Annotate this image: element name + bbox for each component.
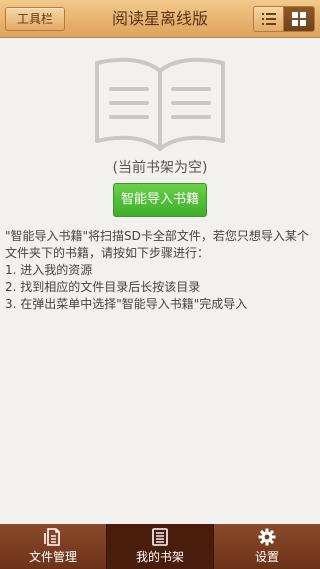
view-mode-toggle: [253, 6, 315, 32]
toolbar-button[interactable]: 工具栏: [5, 7, 65, 31]
app-header: 工具栏 阅读星离线版: [0, 0, 320, 38]
nav-label-file-manager: 文件管理: [28, 550, 77, 564]
list-icon: [261, 13, 276, 25]
grid-icon: [292, 12, 306, 26]
bottom-navigation: 文件管理 我的书架 设置: [0, 524, 320, 569]
smart-import-button[interactable]: 智能导入书籍: [113, 183, 207, 217]
import-instructions: "智能导入书籍"将扫描SD卡全部文件，若您只想导入某个文件夹下的书籍，请按如下步…: [5, 228, 317, 313]
list-view-button[interactable]: [254, 7, 284, 31]
grid-view-button[interactable]: [284, 7, 314, 31]
open-book-icon: [95, 57, 225, 151]
nav-label-settings: 设置: [254, 550, 279, 564]
instruction-intro: "智能导入书籍"将扫描SD卡全部文件，若您只想导入某个文件夹下的书籍，请按如下步…: [5, 229, 309, 260]
nav-item-bookshelf[interactable]: 我的书架: [106, 524, 214, 569]
instruction-step-2: 2. 找到相应的文件目录后长按该目录: [5, 280, 201, 294]
page-title: 阅读星离线版: [111, 9, 208, 28]
instruction-step-3: 3. 在弹出菜单中选择"智能导入书籍"完成导入: [5, 297, 248, 311]
bookshelf-icon: [152, 528, 168, 546]
empty-shelf-text: (当前书架为空): [112, 160, 208, 176]
file-manager-icon: [44, 528, 60, 546]
nav-label-bookshelf: 我的书架: [135, 550, 184, 564]
nav-item-settings[interactable]: 设置: [214, 524, 320, 569]
instruction-step-1: 1. 进入我的资源: [5, 263, 93, 277]
gear-icon: [258, 528, 276, 546]
nav-item-file-manager[interactable]: 文件管理: [0, 524, 106, 569]
